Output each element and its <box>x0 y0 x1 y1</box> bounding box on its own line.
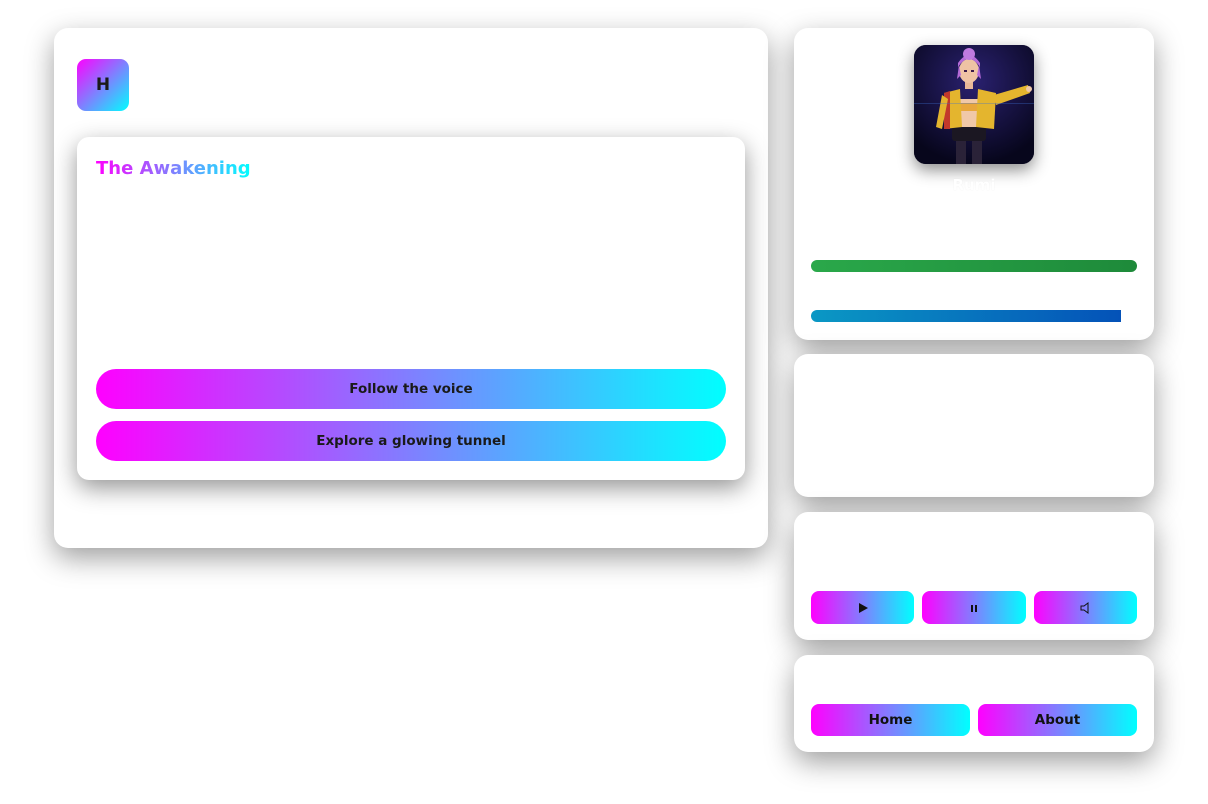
volume-icon <box>1080 601 1088 614</box>
character-avatar <box>914 45 1034 164</box>
energy-bar-fill <box>811 310 1121 322</box>
character-name: Rumi <box>952 176 996 194</box>
health-bar <box>811 260 1137 272</box>
volume-button[interactable] <box>1034 591 1137 624</box>
story-title: The Awakening <box>96 158 251 179</box>
play-button[interactable] <box>811 591 914 624</box>
health-bar-fill <box>811 260 1137 272</box>
character-card: Rumi <box>794 28 1154 340</box>
choice-button-follow-voice[interactable]: Follow the voice <box>96 369 726 409</box>
story-panel: H The Awakening Follow the voice Explore… <box>54 28 768 548</box>
energy-bar <box>811 310 1137 322</box>
home-button[interactable]: Home <box>811 704 970 736</box>
logo[interactable]: H <box>77 59 129 111</box>
story-card: The Awakening Follow the voice Explore a… <box>77 137 745 480</box>
audio-controls-card <box>794 512 1154 640</box>
navigation-card: Home About <box>794 655 1154 752</box>
pause-button[interactable] <box>922 591 1026 624</box>
inventory-card <box>794 354 1154 497</box>
about-button[interactable]: About <box>978 704 1137 736</box>
pause-icon <box>971 604 977 612</box>
choice-button-explore-tunnel[interactable]: Explore a glowing tunnel <box>96 421 726 461</box>
play-icon <box>858 602 868 613</box>
